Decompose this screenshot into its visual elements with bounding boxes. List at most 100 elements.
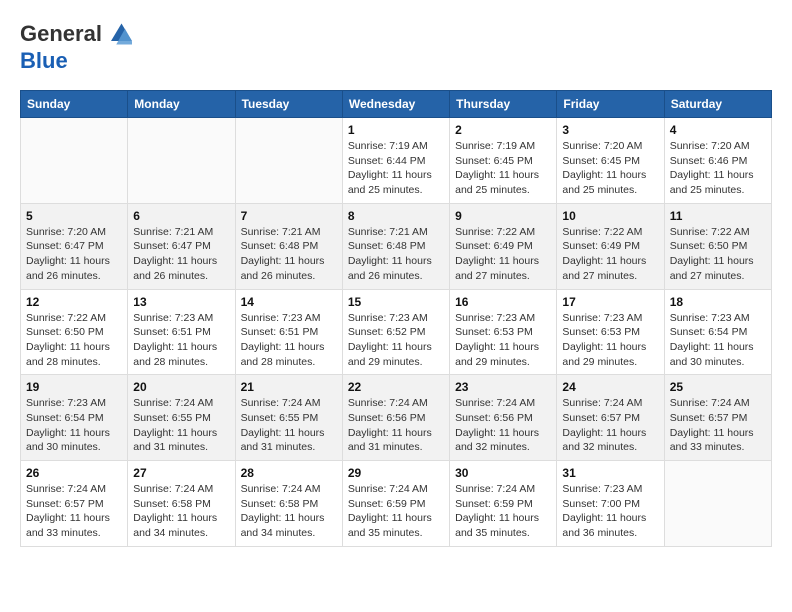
calendar-cell: 10Sunrise: 7:22 AM Sunset: 6:49 PM Dayli… [557,203,664,289]
day-number: 24 [562,380,658,394]
calendar-cell: 14 Sunrise: 7:23 AM Sunset: 6:51 PM Dayli… [235,289,342,375]
calendar-cell: 5 Sunrise: 7:20 AM Sunset: 6:47 PM Daylig… [21,203,128,289]
calendar-cell: 16 Sunrise: 7:23 AM Sunset: 6:53 PM Dayli… [450,289,557,375]
day-info: Sunrise: 7:20 AM Sunset: 6:46 PM Dayligh… [670,139,766,198]
day-number: 20 [133,380,229,394]
day-info: Sunrise: 7:23 AM Sunset: 6:53 PM Dayligh… [455,311,551,370]
day-info: Sunrise: 7:21 AM Sunset: 6:48 PM Dayligh… [241,225,337,284]
calendar-week-row: 12 Sunrise: 7:22 AM Sunset: 6:50 PM Dayli… [21,289,772,375]
calendar-cell: 1 Sunrise: 7:19 AM Sunset: 6:44 PM Daylig… [342,118,449,204]
day-info: Sunrise: 7:24 AM Sunset: 6:55 PM Dayligh… [133,396,229,455]
day-info: Sunrise: 7:24 AM Sunset: 6:59 PM Dayligh… [348,482,444,541]
calendar-cell: 20 Sunrise: 7:24 AM Sunset: 6:55 PM Dayli… [128,375,235,461]
day-number: 9 [455,209,551,223]
calendar-cell: 18 Sunrise: 7:23 AM Sunset: 6:54 PM Dayli… [664,289,771,375]
calendar-cell: 9 Sunrise: 7:22 AM Sunset: 6:49 PM Daylig… [450,203,557,289]
day-info: Sunrise: 7:23 AM Sunset: 6:51 PM Dayligh… [133,311,229,370]
calendar-week-row: 1 Sunrise: 7:19 AM Sunset: 6:44 PM Daylig… [21,118,772,204]
day-number: 2 [455,123,551,137]
logo: General Blue [20,20,132,74]
day-info: Sunrise: 7:24 AM Sunset: 6:59 PM Dayligh… [455,482,551,541]
day-info: Sunrise: 7:21 AM Sunset: 6:48 PM Dayligh… [348,225,444,284]
day-info: Sunrise: 7:20 AM Sunset: 6:47 PM Dayligh… [26,225,122,284]
day-number: 28 [241,466,337,480]
day-number: 31 [562,466,658,480]
day-number: 15 [348,295,444,309]
calendar-cell: 21Sunrise: 7:24 AM Sunset: 6:55 PM Dayli… [235,375,342,461]
day-info: Sunrise: 7:23 AM Sunset: 6:54 PM Dayligh… [670,311,766,370]
weekday-header-saturday: Saturday [664,91,771,118]
logo-text-blue: Blue [20,48,68,74]
day-number: 11 [670,209,766,223]
day-number: 5 [26,209,122,223]
day-info: Sunrise: 7:22 AM Sunset: 6:50 PM Dayligh… [670,225,766,284]
day-info: Sunrise: 7:23 AM Sunset: 6:52 PM Dayligh… [348,311,444,370]
day-number: 23 [455,380,551,394]
day-number: 14 [241,295,337,309]
day-number: 1 [348,123,444,137]
logo-icon [104,20,132,48]
day-info: Sunrise: 7:24 AM Sunset: 6:57 PM Dayligh… [26,482,122,541]
day-info: Sunrise: 7:21 AM Sunset: 6:47 PM Dayligh… [133,225,229,284]
calendar-cell: 27 Sunrise: 7:24 AM Sunset: 6:58 PM Dayli… [128,461,235,547]
day-info: Sunrise: 7:23 AM Sunset: 6:51 PM Dayligh… [241,311,337,370]
day-number: 12 [26,295,122,309]
calendar-cell: 25 Sunrise: 7:24 AM Sunset: 6:57 PM Dayli… [664,375,771,461]
day-info: Sunrise: 7:23 AM Sunset: 6:53 PM Dayligh… [562,311,658,370]
calendar-cell: 13 Sunrise: 7:23 AM Sunset: 6:51 PM Dayli… [128,289,235,375]
calendar-cell: 23Sunrise: 7:24 AM Sunset: 6:56 PM Dayli… [450,375,557,461]
calendar-cell: 8Sunrise: 7:21 AM Sunset: 6:48 PM Daylig… [342,203,449,289]
calendar-cell: 30 Sunrise: 7:24 AM Sunset: 6:59 PM Dayli… [450,461,557,547]
day-number: 6 [133,209,229,223]
calendar-cell: 15 Sunrise: 7:23 AM Sunset: 6:52 PM Dayli… [342,289,449,375]
day-number: 17 [562,295,658,309]
day-info: Sunrise: 7:22 AM Sunset: 6:50 PM Dayligh… [26,311,122,370]
day-info: Sunrise: 7:24 AM Sunset: 6:58 PM Dayligh… [133,482,229,541]
weekday-header-sunday: Sunday [21,91,128,118]
calendar-cell: 22Sunrise: 7:24 AM Sunset: 6:56 PM Dayli… [342,375,449,461]
calendar-cell [128,118,235,204]
day-number: 3 [562,123,658,137]
logo-text-general: General [20,21,102,47]
calendar-cell: 3 Sunrise: 7:20 AM Sunset: 6:45 PM Daylig… [557,118,664,204]
calendar-cell [235,118,342,204]
day-number: 18 [670,295,766,309]
calendar-cell: 6 Sunrise: 7:21 AM Sunset: 6:47 PM Daylig… [128,203,235,289]
day-info: Sunrise: 7:23 AM Sunset: 7:00 PM Dayligh… [562,482,658,541]
day-number: 27 [133,466,229,480]
day-info: Sunrise: 7:24 AM Sunset: 6:55 PM Dayligh… [241,396,337,455]
calendar-cell: 26 Sunrise: 7:24 AM Sunset: 6:57 PM Dayli… [21,461,128,547]
calendar-cell: 19Sunrise: 7:23 AM Sunset: 6:54 PM Dayli… [21,375,128,461]
day-info: Sunrise: 7:24 AM Sunset: 6:57 PM Dayligh… [562,396,658,455]
calendar-week-row: 26 Sunrise: 7:24 AM Sunset: 6:57 PM Dayli… [21,461,772,547]
calendar-cell: 24 Sunrise: 7:24 AM Sunset: 6:57 PM Dayli… [557,375,664,461]
page-header: General Blue [20,20,772,74]
day-info: Sunrise: 7:19 AM Sunset: 6:45 PM Dayligh… [455,139,551,198]
day-info: Sunrise: 7:22 AM Sunset: 6:49 PM Dayligh… [562,225,658,284]
day-number: 30 [455,466,551,480]
day-number: 25 [670,380,766,394]
calendar-cell: 31 Sunrise: 7:23 AM Sunset: 7:00 PM Dayli… [557,461,664,547]
day-number: 16 [455,295,551,309]
weekday-header-tuesday: Tuesday [235,91,342,118]
day-info: Sunrise: 7:22 AM Sunset: 6:49 PM Dayligh… [455,225,551,284]
day-number: 29 [348,466,444,480]
day-number: 26 [26,466,122,480]
calendar-table: SundayMondayTuesdayWednesdayThursdayFrid… [20,90,772,547]
day-info: Sunrise: 7:20 AM Sunset: 6:45 PM Dayligh… [562,139,658,198]
calendar-cell: 7 Sunrise: 7:21 AM Sunset: 6:48 PM Daylig… [235,203,342,289]
weekday-header-row: SundayMondayTuesdayWednesdayThursdayFrid… [21,91,772,118]
day-number: 13 [133,295,229,309]
calendar-cell [664,461,771,547]
weekday-header-wednesday: Wednesday [342,91,449,118]
calendar-cell: 17 Sunrise: 7:23 AM Sunset: 6:53 PM Dayli… [557,289,664,375]
day-info: Sunrise: 7:24 AM Sunset: 6:57 PM Dayligh… [670,396,766,455]
day-info: Sunrise: 7:19 AM Sunset: 6:44 PM Dayligh… [348,139,444,198]
day-number: 7 [241,209,337,223]
calendar-cell: 4Sunrise: 7:20 AM Sunset: 6:46 PM Daylig… [664,118,771,204]
day-info: Sunrise: 7:23 AM Sunset: 6:54 PM Dayligh… [26,396,122,455]
calendar-cell: 29 Sunrise: 7:24 AM Sunset: 6:59 PM Dayli… [342,461,449,547]
calendar-week-row: 19Sunrise: 7:23 AM Sunset: 6:54 PM Dayli… [21,375,772,461]
calendar-cell: 28Sunrise: 7:24 AM Sunset: 6:58 PM Dayli… [235,461,342,547]
weekday-header-monday: Monday [128,91,235,118]
